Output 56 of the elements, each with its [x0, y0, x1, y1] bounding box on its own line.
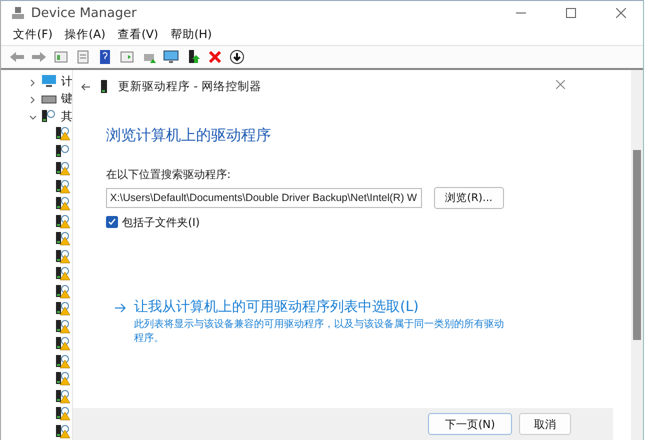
device-warning-icon — [55, 248, 70, 264]
maximize-icon[interactable] — [566, 8, 576, 18]
device-warning-icon — [55, 161, 70, 176]
path-field[interactable]: X:\Users\Default\Documents\Double Driver Backup\Net\Intel(R) W — [106, 188, 422, 208]
device-question-icon — [55, 144, 70, 159]
dialog-heading: 浏览计算机上的驱动程序 — [106, 126, 272, 144]
window-title: Device Manager — [31, 6, 138, 21]
device-warning-icon — [55, 284, 70, 299]
device-warning-icon — [55, 266, 70, 282]
device-warning-icon — [55, 354, 70, 369]
device-warning-icon — [55, 301, 70, 316]
search-label: 在以下位置搜索驱动程序: — [106, 166, 232, 182]
cancel-button[interactable]: 取消 — [519, 413, 571, 435]
device-warning-icon — [55, 388, 70, 404]
device-warning-icon — [55, 318, 70, 334]
browse-button[interactable]: 浏览(R)... — [434, 186, 504, 208]
download-icon[interactable] — [229, 48, 245, 64]
scrollbar[interactable] — [631, 70, 643, 440]
monitor-icon — [41, 74, 57, 88]
device-warning-icon — [55, 406, 70, 422]
monitor-icon[interactable] — [163, 48, 179, 64]
menu-item[interactable]: 操作(A) — [64, 27, 106, 42]
checkbox[interactable] — [106, 216, 118, 228]
arrow-icon — [114, 302, 126, 314]
device-icon — [101, 80, 108, 93]
tree-item[interactable]: 计 — [61, 74, 73, 89]
collapse-caret-icon[interactable] — [29, 96, 37, 104]
menu-item[interactable]: 查看(V) — [117, 27, 158, 42]
dialog-title: 更新驱动程序 - 网络控制器 — [118, 79, 262, 94]
panel-icon[interactable] — [119, 48, 135, 64]
device-question-icon — [41, 109, 57, 124]
collapse-caret-icon[interactable] — [29, 78, 37, 87]
delete-icon[interactable] — [207, 48, 223, 64]
device-manager-icon — [11, 6, 25, 20]
device-warning-icon — [55, 214, 70, 229]
menu-item[interactable]: 帮助(H) — [170, 27, 212, 42]
back-arrow-icon[interactable] — [81, 82, 91, 92]
device-warning-icon — [55, 231, 70, 246]
tree-item[interactable]: 其 — [61, 108, 73, 124]
device-warning-icon — [55, 126, 70, 142]
panel-icon[interactable] — [53, 48, 69, 64]
expand-caret-icon[interactable] — [29, 114, 37, 122]
next-button[interactable]: 下一页(N) — [428, 413, 512, 435]
device-warning-icon — [55, 196, 70, 212]
pick-driver-link[interactable]: 让我从计算机上的可用驱动程序列表中选取(L) — [134, 298, 512, 316]
checkbox-label: 包括子文件夹(I) — [122, 214, 200, 230]
link-description: 此列表将显示与该设备兼容的可用驱动程序，以及与该设备属于同一类别的所有驱动程序。 — [134, 318, 505, 346]
list-icon[interactable] — [75, 48, 91, 64]
device-warning-icon — [55, 336, 70, 352]
tree-item[interactable]: 键 — [61, 91, 73, 106]
device-warning-icon — [55, 178, 70, 194]
help-icon[interactable] — [97, 48, 113, 64]
close-icon[interactable] — [556, 80, 565, 88]
menu-item[interactable]: 文件(F) — [13, 27, 53, 42]
device-warning-icon — [55, 371, 70, 386]
close-icon[interactable] — [616, 8, 626, 18]
